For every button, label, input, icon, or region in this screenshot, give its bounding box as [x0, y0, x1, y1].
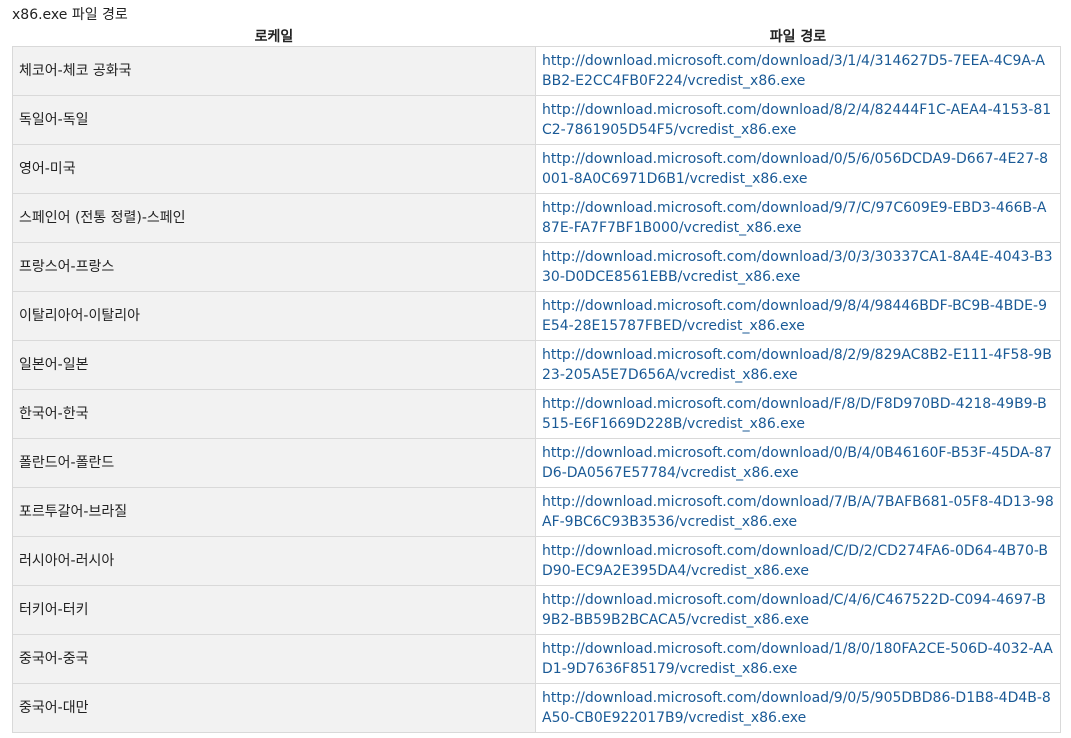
locale-cell: 한국어-한국 — [12, 389, 536, 439]
file-path-cell: http://download.microsoft.com/download/3… — [535, 46, 1061, 96]
file-path-cell: http://download.microsoft.com/download/0… — [535, 438, 1061, 488]
file-path-cell: http://download.microsoft.com/download/1… — [535, 634, 1061, 684]
locale-cell: 영어-미국 — [12, 144, 536, 194]
locale-cell: 독일어-독일 — [12, 95, 536, 145]
file-path-cell: http://download.microsoft.com/download/8… — [535, 340, 1061, 390]
file-path-table: 로케일 파일 경로 체코어-체코 공화국 http://download.micr… — [12, 26, 1061, 733]
download-link[interactable]: http://download.microsoft.com/download/7… — [542, 492, 1054, 532]
download-link[interactable]: http://download.microsoft.com/download/9… — [542, 296, 1054, 336]
download-link[interactable]: http://download.microsoft.com/download/F… — [542, 394, 1054, 434]
download-link[interactable]: http://download.microsoft.com/download/3… — [542, 247, 1054, 287]
download-link[interactable]: http://download.microsoft.com/download/C… — [542, 590, 1054, 630]
header-file-path: 파일 경로 — [769, 29, 827, 45]
locale-cell: 체코어-체코 공화국 — [12, 46, 536, 96]
locale-cell: 러시아어-러시아 — [12, 536, 536, 586]
file-path-cell: http://download.microsoft.com/download/9… — [535, 193, 1061, 243]
file-path-cell: http://download.microsoft.com/download/F… — [535, 389, 1061, 439]
locale-cell: 프랑스어-프랑스 — [12, 242, 536, 292]
locale-cell: 이탈리아어-이탈리아 — [12, 291, 536, 341]
locale-cell: 터키어-터키 — [12, 585, 536, 635]
table-row: 프랑스어-프랑스 http://download.microsoft.com/do… — [12, 242, 1061, 292]
table-header-row: 로케일 파일 경로 — [13, 26, 1061, 47]
table-row: 독일어-독일 http://download.microsoft.com/down… — [12, 95, 1061, 145]
file-path-cell: http://download.microsoft.com/download/3… — [535, 242, 1061, 292]
table-row: 체코어-체코 공화국 http://download.microsoft.com/… — [12, 46, 1061, 96]
download-link[interactable]: http://download.microsoft.com/download/9… — [542, 688, 1054, 728]
table-row: 터키어-터키 http://download.microsoft.com/down… — [12, 585, 1061, 635]
file-path-cell: http://download.microsoft.com/download/C… — [535, 536, 1061, 586]
table-row: 영어-미국 http://download.microsoft.com/downl… — [12, 144, 1061, 194]
locale-cell: 중국어-중국 — [12, 634, 536, 684]
download-link[interactable]: http://download.microsoft.com/download/8… — [542, 345, 1054, 385]
download-link[interactable]: http://download.microsoft.com/download/8… — [542, 100, 1054, 140]
table-row: 한국어-한국 http://download.microsoft.com/down… — [12, 389, 1061, 439]
download-link[interactable]: http://download.microsoft.com/download/1… — [542, 639, 1054, 679]
file-path-cell: http://download.microsoft.com/download/8… — [535, 95, 1061, 145]
table-row: 중국어-중국 http://download.microsoft.com/down… — [12, 634, 1061, 684]
table-row: 폴란드어-폴란드 http://download.microsoft.com/do… — [12, 438, 1061, 488]
download-link[interactable]: http://download.microsoft.com/download/0… — [542, 149, 1054, 189]
download-link[interactable]: http://download.microsoft.com/download/0… — [542, 443, 1054, 483]
table-row: 스페인어 (전통 정렬)-스페인 http://download.microsof… — [12, 193, 1061, 243]
table-row: 일본어-일본 http://download.microsoft.com/down… — [12, 340, 1061, 390]
table-row: 포르투갈어-브라질 http://download.microsoft.com/d… — [12, 487, 1061, 537]
download-link[interactable]: http://download.microsoft.com/download/C… — [542, 541, 1054, 581]
download-link[interactable]: http://download.microsoft.com/download/9… — [542, 198, 1054, 238]
locale-cell: 포르투갈어-브라질 — [12, 487, 536, 537]
locale-cell: 일본어-일본 — [12, 340, 536, 390]
table-row: 이탈리아어-이탈리아 http://download.microsoft.com/… — [12, 291, 1061, 341]
locale-cell: 스페인어 (전통 정렬)-스페인 — [12, 193, 536, 243]
file-path-cell: http://download.microsoft.com/download/9… — [535, 683, 1061, 733]
download-link[interactable]: http://download.microsoft.com/download/3… — [542, 51, 1054, 91]
header-locale: 로케일 — [254, 29, 294, 45]
table-body: 체코어-체코 공화국 http://download.microsoft.com/… — [12, 46, 1061, 733]
file-path-cell: http://download.microsoft.com/download/C… — [535, 585, 1061, 635]
table-row: 러시아어-러시아 http://download.microsoft.com/do… — [12, 536, 1061, 586]
table-caption: x86.exe 파일 경로 — [12, 7, 128, 23]
file-path-cell: http://download.microsoft.com/download/0… — [535, 144, 1061, 194]
table-row: 중국어-대만 http://download.microsoft.com/down… — [12, 683, 1061, 733]
locale-cell: 중국어-대만 — [12, 683, 536, 733]
file-path-cell: http://download.microsoft.com/download/7… — [535, 487, 1061, 537]
locale-cell: 폴란드어-폴란드 — [12, 438, 536, 488]
page: x86.exe 파일 경로 로케일 파일 경로 체코어-체코 공화국 http:/… — [0, 0, 1071, 738]
file-path-cell: http://download.microsoft.com/download/9… — [535, 291, 1061, 341]
